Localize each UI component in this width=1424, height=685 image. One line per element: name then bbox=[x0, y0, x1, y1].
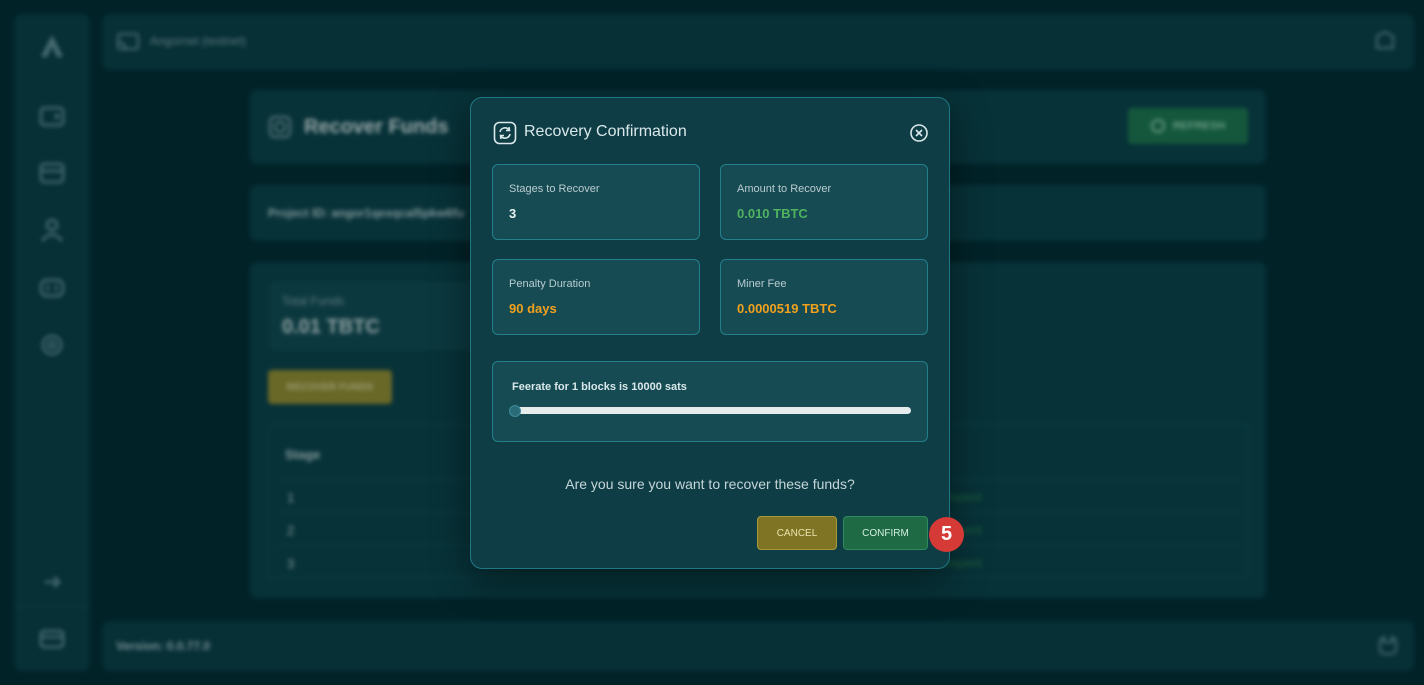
feerate-slider-thumb[interactable] bbox=[509, 405, 521, 417]
step-badge: 5 bbox=[929, 517, 964, 552]
amount-to-recover-value: 0.010 TBTC bbox=[737, 206, 808, 221]
confirmation-question: Are you sure you want to recover these f… bbox=[565, 476, 855, 492]
feerate-slider-track[interactable] bbox=[513, 407, 911, 414]
stages-to-recover-label: Stages to Recover bbox=[509, 183, 600, 195]
penalty-duration-label: Penalty Duration bbox=[509, 278, 591, 290]
stages-to-recover-card: Stages to Recover 3 bbox=[492, 164, 700, 240]
stages-to-recover-value: 3 bbox=[509, 206, 517, 221]
miner-fee-value: 0.0000519 TBTC bbox=[737, 301, 837, 316]
penalty-duration-value: 90 days bbox=[509, 301, 557, 316]
cancel-button[interactable]: CANCEL bbox=[757, 516, 837, 550]
amount-to-recover-card: Amount to Recover 0.010 TBTC bbox=[720, 164, 928, 240]
amount-to-recover-label: Amount to Recover bbox=[737, 183, 832, 195]
miner-fee-label: Miner Fee bbox=[737, 278, 787, 290]
recovery-confirmation-modal: Recovery Confirmation Stages to Recover … bbox=[470, 97, 950, 569]
close-icon[interactable] bbox=[908, 122, 930, 144]
penalty-duration-card: Penalty Duration 90 days bbox=[492, 259, 700, 335]
feerate-label: Feerate for 1 blocks is 10000 sats bbox=[512, 381, 687, 393]
confirm-button[interactable]: CONFIRM bbox=[843, 516, 928, 550]
miner-fee-card: Miner Fee 0.0000519 TBTC bbox=[720, 259, 928, 335]
recycle-icon bbox=[493, 121, 517, 145]
modal-title: Recovery Confirmation bbox=[524, 123, 687, 140]
feerate-box: Feerate for 1 blocks is 10000 sats bbox=[492, 361, 928, 442]
